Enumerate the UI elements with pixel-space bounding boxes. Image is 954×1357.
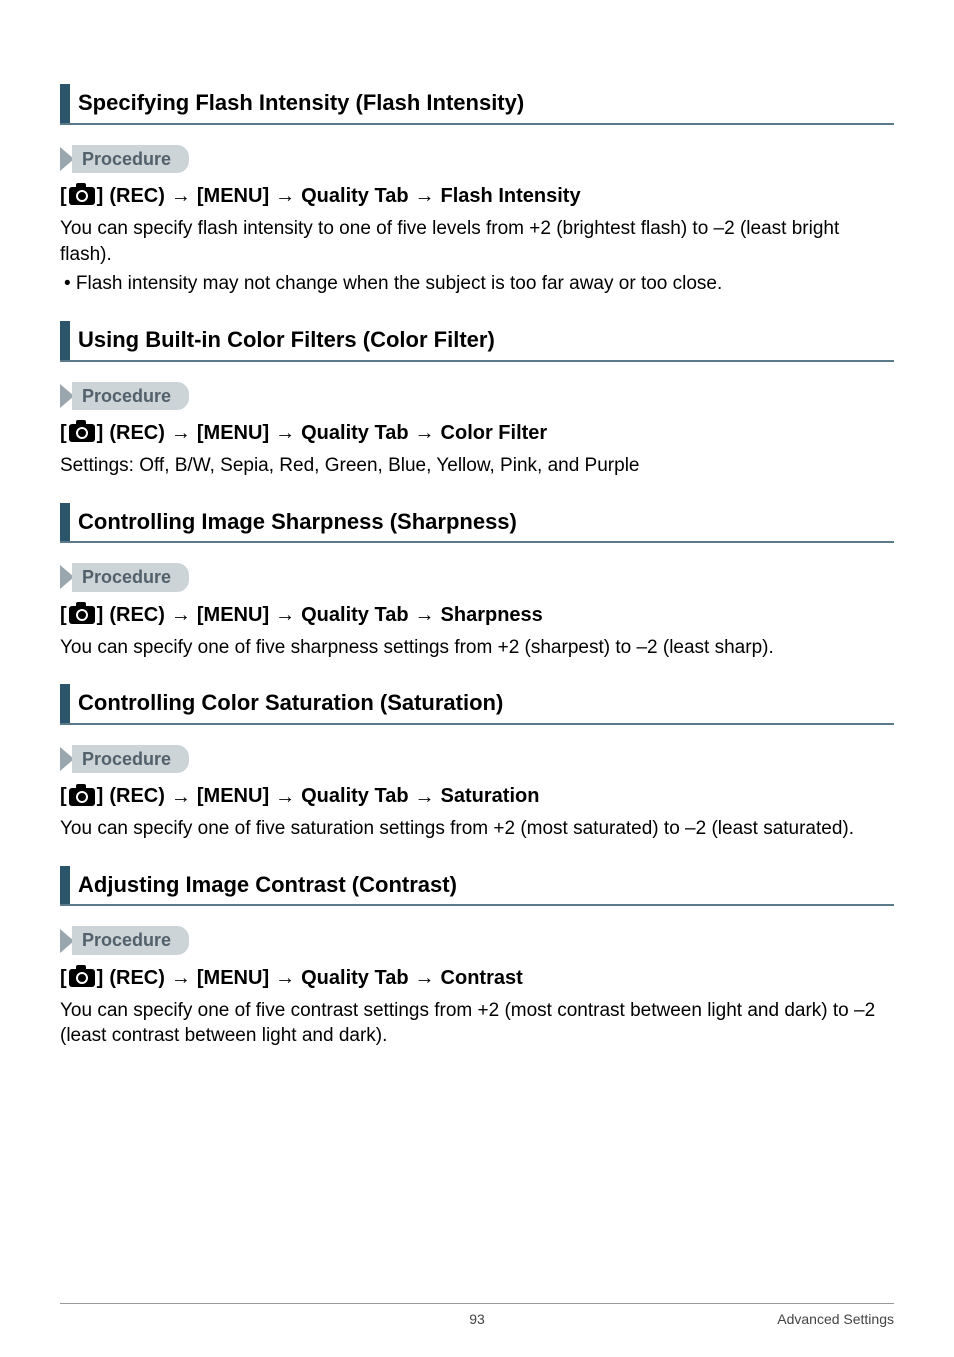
section-heading-sharpness: Controlling Image Sharpness (Sharpness) (60, 503, 894, 544)
rec-label: (REC) (109, 183, 165, 210)
arrow-icon: → (415, 186, 435, 206)
path-tail: Color Filter (441, 420, 548, 447)
arrow-icon: → (275, 423, 295, 443)
procedure-label: Procedure (72, 745, 189, 773)
body-text: You can specify one of five contrast set… (60, 998, 894, 1049)
body-text: Settings: Off, B/W, Sepia, Red, Green, B… (60, 453, 894, 479)
bracket-open: [ (60, 965, 67, 992)
rec-label: (REC) (109, 965, 165, 992)
quality-tab-label: Quality Tab (301, 965, 408, 992)
camera-icon (69, 969, 95, 987)
procedure-label: Procedure (72, 382, 189, 410)
heading-accent-bar (60, 866, 70, 905)
bracket-open: [ (60, 420, 67, 447)
procedure-badge: Procedure (60, 745, 189, 773)
heading-accent-bar (60, 503, 70, 542)
footer-section-name: Advanced Settings (777, 1310, 894, 1329)
rec-label: (REC) (109, 602, 165, 629)
menu-label: [MENU] (197, 183, 269, 210)
menu-path-sharpness: [ ] (REC) → [MENU] → Quality Tab → Sharp… (60, 602, 894, 629)
section-heading-filter: Using Built-in Color Filters (Color Filt… (60, 321, 894, 362)
arrow-icon: → (275, 968, 295, 988)
procedure-label: Procedure (72, 926, 189, 954)
menu-path-filter: [ ] (REC) → [MENU] → Quality Tab → Color… (60, 420, 894, 447)
heading-text: Using Built-in Color Filters (Color Filt… (78, 321, 495, 360)
body-text: You can specify flash intensity to one o… (60, 216, 894, 267)
procedure-label: Procedure (72, 145, 189, 173)
body-text: You can specify one of five saturation s… (60, 816, 894, 842)
camera-icon (69, 187, 95, 205)
menu-path-contrast: [ ] (REC) → [MENU] → Quality Tab → Contr… (60, 965, 894, 992)
path-tail: Saturation (441, 783, 540, 810)
quality-tab-label: Quality Tab (301, 420, 408, 447)
bracket-close: ] (97, 602, 104, 629)
arrow-icon: → (415, 423, 435, 443)
procedure-badge: Procedure (60, 926, 189, 954)
quality-tab-label: Quality Tab (301, 602, 408, 629)
path-tail: Flash Intensity (441, 183, 581, 210)
rec-icon-group: [ ] (60, 965, 103, 992)
heading-text: Adjusting Image Contrast (Contrast) (78, 866, 457, 905)
camera-icon (69, 606, 95, 624)
menu-label: [MENU] (197, 420, 269, 447)
quality-tab-label: Quality Tab (301, 183, 408, 210)
path-tail: Sharpness (441, 602, 543, 629)
procedure-badge: Procedure (60, 382, 189, 410)
procedure-badge: Procedure (60, 145, 189, 173)
section-heading-saturation: Controlling Color Saturation (Saturation… (60, 684, 894, 725)
rec-icon-group: [ ] (60, 783, 103, 810)
page-footer: 93 Advanced Settings (60, 1303, 894, 1329)
bracket-close: ] (97, 783, 104, 810)
bracket-open: [ (60, 783, 67, 810)
camera-icon (69, 424, 95, 442)
menu-path-flash: [ ] (REC) → [MENU] → Quality Tab → Flash… (60, 183, 894, 210)
heading-text: Controlling Color Saturation (Saturation… (78, 684, 503, 723)
bracket-close: ] (97, 183, 104, 210)
arrow-icon: → (275, 186, 295, 206)
arrow-icon: → (171, 423, 191, 443)
arrow-icon: → (171, 186, 191, 206)
path-tail: Contrast (441, 965, 523, 992)
heading-accent-bar (60, 321, 70, 360)
heading-accent-bar (60, 84, 70, 123)
bracket-close: ] (97, 420, 104, 447)
arrow-icon: → (171, 787, 191, 807)
arrow-icon: → (171, 968, 191, 988)
arrow-icon: → (415, 787, 435, 807)
bracket-open: [ (60, 602, 67, 629)
procedure-badge: Procedure (60, 563, 189, 591)
arrow-icon: → (415, 605, 435, 625)
heading-accent-bar (60, 684, 70, 723)
page-number: 93 (469, 1310, 485, 1329)
menu-label: [MENU] (197, 965, 269, 992)
bullet-text: • Flash intensity may not change when th… (64, 271, 894, 297)
menu-label: [MENU] (197, 602, 269, 629)
rec-icon-group: [ ] (60, 420, 103, 447)
menu-label: [MENU] (197, 783, 269, 810)
arrow-icon: → (275, 787, 295, 807)
section-heading-contrast: Adjusting Image Contrast (Contrast) (60, 866, 894, 907)
procedure-label: Procedure (72, 563, 189, 591)
camera-icon (69, 788, 95, 806)
rec-label: (REC) (109, 420, 165, 447)
body-text: You can specify one of five sharpness se… (60, 635, 894, 661)
section-heading-flash: Specifying Flash Intensity (Flash Intens… (60, 84, 894, 125)
rec-icon-group: [ ] (60, 183, 103, 210)
rec-icon-group: [ ] (60, 602, 103, 629)
arrow-icon: → (415, 968, 435, 988)
rec-label: (REC) (109, 783, 165, 810)
menu-path-saturation: [ ] (REC) → [MENU] → Quality Tab → Satur… (60, 783, 894, 810)
heading-text: Specifying Flash Intensity (Flash Intens… (78, 84, 524, 123)
arrow-icon: → (275, 605, 295, 625)
quality-tab-label: Quality Tab (301, 783, 408, 810)
arrow-icon: → (171, 605, 191, 625)
bracket-close: ] (97, 965, 104, 992)
heading-text: Controlling Image Sharpness (Sharpness) (78, 503, 517, 542)
bracket-open: [ (60, 183, 67, 210)
